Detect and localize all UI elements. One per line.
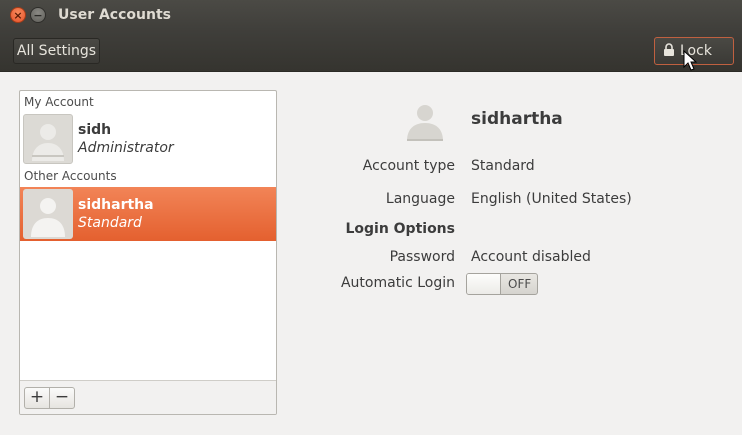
close-button[interactable]: × — [10, 7, 26, 23]
mouse-pointer-icon — [683, 50, 697, 71]
avatar — [23, 114, 73, 164]
language-value[interactable]: English (United States) — [471, 191, 632, 207]
account-type-value[interactable]: Standard — [471, 158, 535, 174]
user-role: Standard — [78, 215, 142, 231]
user-avatar-icon — [407, 105, 443, 141]
user-row-sidhartha[interactable]: sidhartha Standard — [20, 187, 276, 241]
avatar — [23, 189, 73, 239]
user-row-sidh[interactable]: sidh Administrator — [20, 112, 276, 166]
user-name: sidhartha — [78, 197, 154, 213]
user-list-panel: My Account sidh Administrator Other Acco… — [19, 90, 277, 415]
user-silhouette-icon — [32, 124, 64, 161]
remove-user-button[interactable]: − — [49, 387, 75, 409]
toggle-knob — [467, 274, 501, 294]
user-accounts-window: × − User Accounts All Settings Lock My A… — [0, 0, 742, 435]
other-accounts-label: Other Accounts — [24, 169, 117, 183]
login-options-heading: Login Options — [345, 221, 455, 237]
window-title: User Accounts — [58, 7, 171, 23]
automatic-login-toggle[interactable]: OFF — [466, 273, 538, 295]
my-account-label: My Account — [24, 95, 94, 109]
title-bar: × − User Accounts — [0, 0, 742, 32]
toggle-state: OFF — [508, 277, 532, 291]
all-settings-button[interactable]: All Settings — [13, 38, 100, 64]
password-label: Password — [389, 249, 455, 265]
selected-user-name[interactable]: sidhartha — [471, 109, 563, 129]
user-list-footer: + − — [20, 380, 276, 414]
automatic-login-label: Automatic Login — [340, 275, 455, 291]
language-label: Language — [385, 191, 455, 207]
lock-icon — [664, 43, 674, 56]
toolbar: All Settings Lock — [0, 32, 742, 72]
add-user-button[interactable]: + — [24, 387, 50, 409]
user-name: sidh — [78, 122, 112, 138]
user-role: Administrator — [78, 140, 174, 156]
user-silhouette-icon — [31, 198, 65, 237]
password-value[interactable]: Account disabled — [471, 249, 591, 265]
account-type-label: Account type — [362, 158, 455, 174]
minimize-button[interactable]: − — [30, 7, 46, 23]
